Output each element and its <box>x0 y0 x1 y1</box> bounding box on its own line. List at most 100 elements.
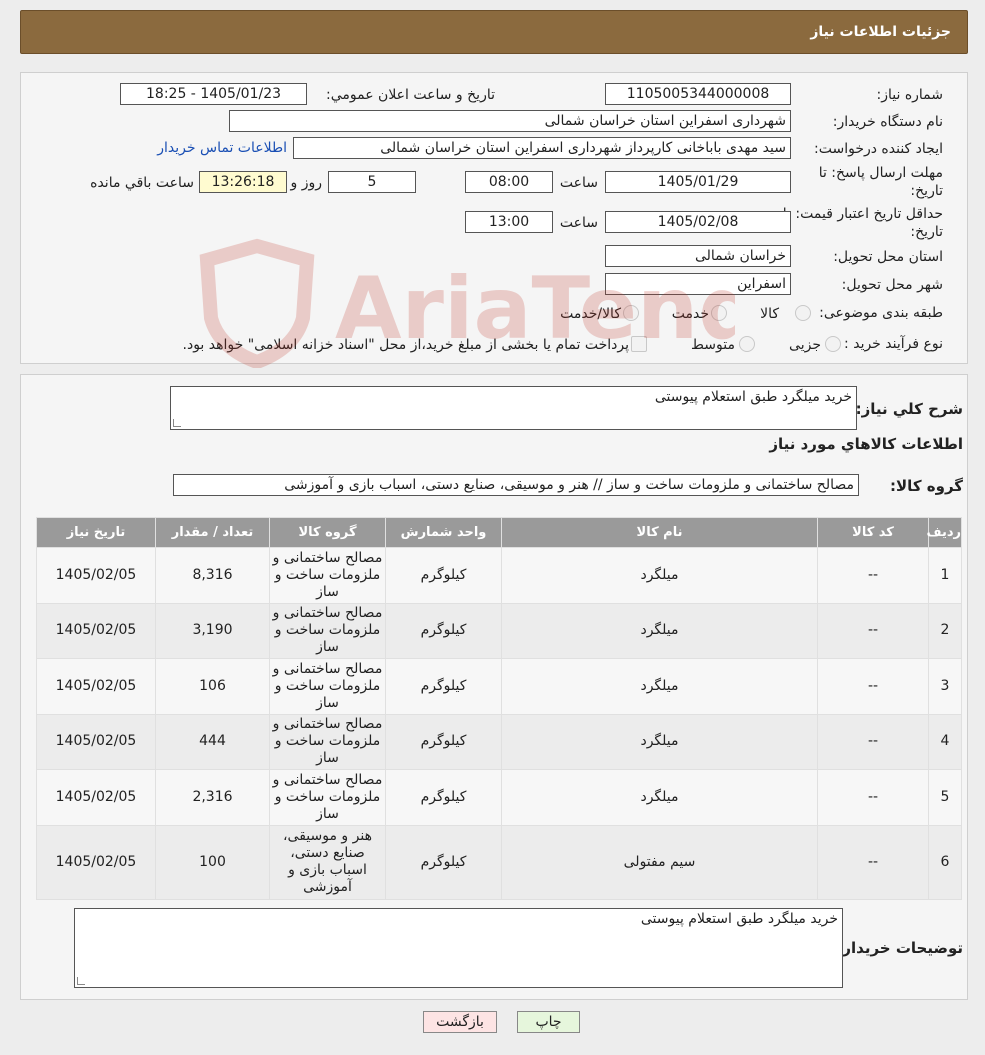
cell-unit: کیلوگرم <box>385 824 502 900</box>
buyer-notes-textarea[interactable]: خرید میلگرد طبق استعلام پیوستی <box>74 908 843 988</box>
province-label: استان محل تحویل: <box>833 249 943 265</box>
contact-buyer-link[interactable]: اطلاعات تماس خریدار <box>157 140 287 156</box>
col-header-unit: واحد شمارش <box>385 517 502 548</box>
cell-item-name: میلگرد <box>501 547 818 604</box>
table-row: 6 -- سیم مفتولی کیلوگرم هنر و موسیقی، صن… <box>36 824 962 900</box>
group-field: مصالح ساختمانی و ملزومات ساخت و ساز // ه… <box>173 474 859 496</box>
table-header-row: رديف کد کالا نام کالا واحد شمارش گروه کا… <box>36 517 962 548</box>
requester-field: سید مهدی باباخانی کارپرداز شهرداری اسفرا… <box>293 137 791 159</box>
cell-group: هنر و موسیقی، صنایع دستی، اسباب بازی و آ… <box>269 824 386 900</box>
cell-quantity: 3,190 <box>155 602 270 659</box>
table-row: 1 -- میلگرد کیلوگرم مصالح ساختمانی و ملز… <box>36 547 962 604</box>
back-button[interactable]: بازگشت <box>423 1011 497 1033</box>
category-radio-goods[interactable] <box>795 305 811 321</box>
items-section-title: اطلاعات کالاهاي مورد نياز <box>769 435 963 453</box>
reply-deadline-label: مهلت ارسال پاسخ: تا <box>818 165 943 181</box>
col-header-item-code: کد کالا <box>817 517 929 548</box>
process-note: پرداخت تمام یا بخشی از مبلغ خرید،از محل … <box>182 337 629 353</box>
page-title: جزئیات اطلاعات نیاز <box>810 24 951 40</box>
table-row: 5 -- میلگرد کیلوگرم مصالح ساختمانی و ملز… <box>36 769 962 826</box>
price-time-field: 13:00 <box>465 211 553 233</box>
table-row: 2 -- میلگرد کیلوگرم مصالح ساختمانی و ملز… <box>36 602 962 659</box>
cell-row-number: 4 <box>928 713 962 770</box>
buyer-notes-label: توضیحات خریدار: <box>836 939 963 957</box>
cell-need-date: 1405/02/05 <box>36 602 156 659</box>
days-label: روز و <box>290 175 323 191</box>
cell-need-date: 1405/02/05 <box>36 769 156 826</box>
general-desc-text: خرید میلگرد طبق استعلام پیوستی <box>654 389 852 405</box>
resize-handle-icon[interactable] <box>77 977 85 985</box>
announce-label: تاریخ و ساعت اعلان عمومي: <box>326 87 495 103</box>
cell-need-date: 1405/02/05 <box>36 658 156 715</box>
remaining-label: ساعت باقي مانده <box>90 175 194 191</box>
cell-item-code: -- <box>817 824 929 900</box>
general-desc-label: شرح کلي نياز: <box>855 400 963 418</box>
announce-field: 1405/01/23 - 18:25 <box>120 83 307 105</box>
reply-time-field: 08:00 <box>465 171 553 193</box>
process-option-medium: متوسط <box>691 337 735 353</box>
buyer-org-label: نام دستگاه خريدار: <box>832 114 943 130</box>
buyer-notes-text: خرید میلگرد طبق استعلام پیوستی <box>640 911 838 927</box>
cell-item-code: -- <box>817 602 929 659</box>
days-field: 5 <box>328 171 416 193</box>
cell-unit: کیلوگرم <box>385 602 502 659</box>
col-header-quantity: تعداد / مقدار <box>155 517 270 548</box>
requester-label: ایجاد کننده درخواست: <box>814 141 943 157</box>
general-desc-textarea[interactable]: خرید میلگرد طبق استعلام پیوستی <box>170 386 857 430</box>
cell-quantity: 100 <box>155 824 270 900</box>
need-number-label: شماره نیاز: <box>876 87 944 103</box>
cell-need-date: 1405/02/05 <box>36 824 156 900</box>
cell-item-code: -- <box>817 713 929 770</box>
table-row: 3 -- میلگرد کیلوگرم مصالح ساختمانی و ملز… <box>36 658 962 715</box>
category-label: طبقه بندی موضوعی: <box>819 305 943 321</box>
category-option-goods-service: کالا/خدمت <box>560 306 621 322</box>
print-button[interactable]: چاپ <box>517 1011 580 1033</box>
items-panel: شرح کلي نياز: خرید میلگرد طبق استعلام پی… <box>20 374 968 1000</box>
cell-item-code: -- <box>817 547 929 604</box>
category-option-goods: کالا <box>760 306 779 322</box>
cell-unit: کیلوگرم <box>385 547 502 604</box>
cell-group: مصالح ساختمانی و ملزومات ساخت و ساز <box>269 658 386 715</box>
price-validity-label-2: تاریخ: <box>910 224 943 240</box>
cell-row-number: 6 <box>928 824 962 900</box>
cell-quantity: 8,316 <box>155 547 270 604</box>
col-header-row-number: رديف <box>926 517 962 548</box>
process-radio-minor[interactable] <box>825 336 841 352</box>
cell-quantity: 106 <box>155 658 270 715</box>
need-number-field: 1105005344000008 <box>605 83 791 105</box>
cell-group: مصالح ساختمانی و ملزومات ساخت و ساز <box>269 713 386 770</box>
city-field: اسفراین <box>605 273 791 295</box>
process-checkbox-treasury[interactable] <box>631 336 647 352</box>
category-radio-service[interactable] <box>711 305 727 321</box>
cell-group: مصالح ساختمانی و ملزومات ساخت و ساز <box>269 769 386 826</box>
cell-item-code: -- <box>817 658 929 715</box>
cell-unit: کیلوگرم <box>385 658 502 715</box>
cell-quantity: 444 <box>155 713 270 770</box>
col-header-group: گروه کالا <box>269 517 386 548</box>
process-label: نوع فرآیند خرید : <box>844 336 943 352</box>
cell-group: مصالح ساختمانی و ملزومات ساخت و ساز <box>269 547 386 604</box>
cell-unit: کیلوگرم <box>385 713 502 770</box>
reply-deadline-label-2: تاریخ: <box>910 183 943 199</box>
items-table: رديف کد کالا نام کالا واحد شمارش گروه کا… <box>36 517 962 900</box>
cell-item-name: میلگرد <box>501 769 818 826</box>
cell-item-name: میلگرد <box>501 602 818 659</box>
cell-need-date: 1405/02/05 <box>36 713 156 770</box>
resize-handle-icon[interactable] <box>173 419 181 427</box>
col-header-need-date: تاریخ نیاز <box>36 517 156 548</box>
table-row: 4 -- میلگرد کیلوگرم مصالح ساختمانی و ملز… <box>36 713 962 770</box>
process-radio-medium[interactable] <box>739 336 755 352</box>
category-radio-goods-service[interactable] <box>623 305 639 321</box>
group-label: گروه کالا: <box>890 477 963 495</box>
price-validity-label: حداقل تاریخ اعتبار قیمت: تا <box>782 206 943 222</box>
cell-group: مصالح ساختمانی و ملزومات ساخت و ساز <box>269 602 386 659</box>
cell-need-date: 1405/02/05 <box>36 547 156 604</box>
price-date-field: 1405/02/08 <box>605 211 791 233</box>
page-header: جزئیات اطلاعات نیاز <box>20 10 968 54</box>
cell-row-number: 2 <box>928 602 962 659</box>
cell-row-number: 5 <box>928 769 962 826</box>
process-option-minor: جزیی <box>789 337 821 353</box>
remaining-time-field: 13:26:18 <box>199 171 287 193</box>
details-panel: شماره نیاز: 1105005344000008 تاریخ و ساع… <box>20 72 968 364</box>
city-label: شهر محل تحویل: <box>841 277 943 293</box>
